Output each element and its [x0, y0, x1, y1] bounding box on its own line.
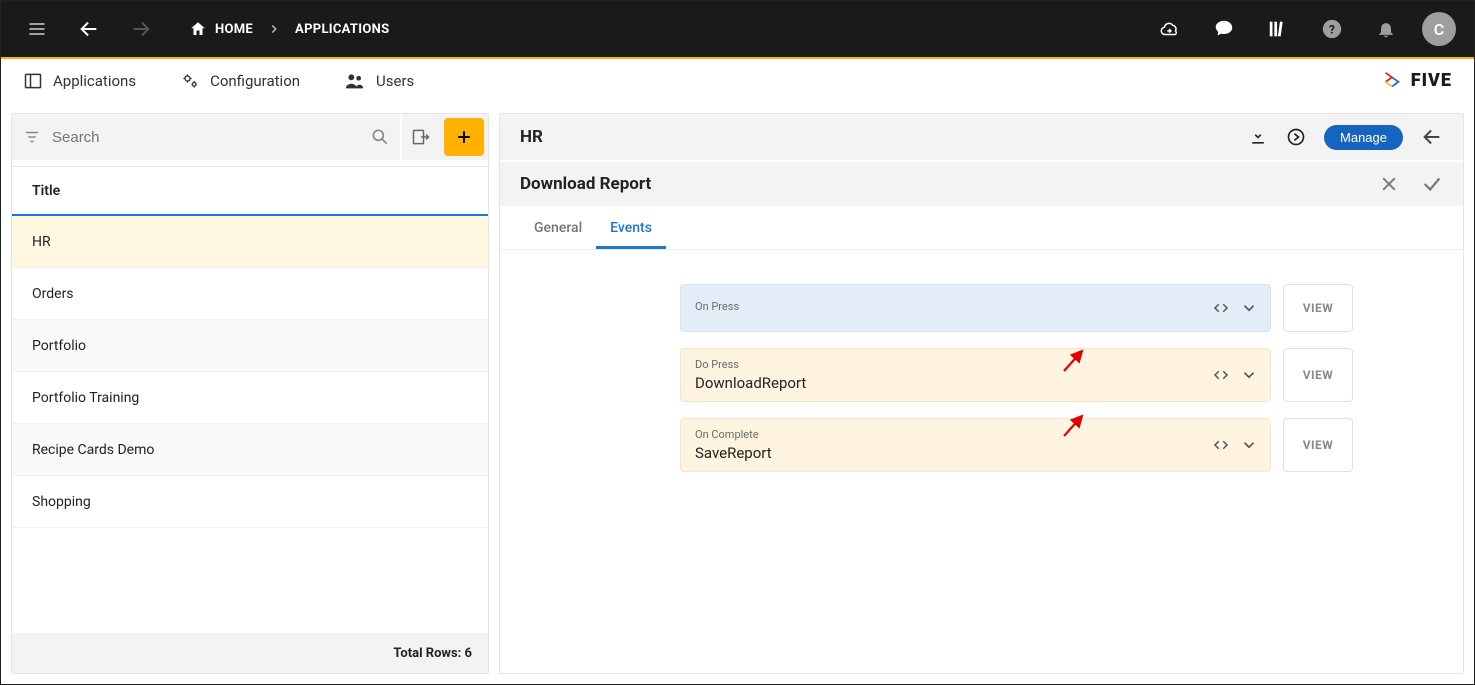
top-app-bar: HOME APPLICATIONS ? C	[1, 1, 1474, 57]
view-button[interactable]: VIEW	[1283, 284, 1353, 332]
list-item-label: Portfolio Training	[32, 390, 139, 406]
list-column-header[interactable]: Title	[12, 166, 488, 216]
code-icon[interactable]	[1212, 436, 1230, 454]
brand-logo: FIVE	[1381, 70, 1452, 92]
breadcrumb-home[interactable]: HOME	[189, 20, 253, 38]
list-item-label: Orders	[32, 286, 74, 302]
tab-events[interactable]: Events	[596, 220, 666, 249]
filter-icon[interactable]	[12, 128, 52, 146]
module-tab-applications[interactable]: Applications	[23, 71, 136, 91]
breadcrumb-home-label: HOME	[215, 22, 253, 37]
workspace: Title HR Orders Portfolio Portfolio Trai…	[1, 103, 1474, 684]
event-label: Do Press	[695, 358, 1256, 371]
list-item-label: Recipe Cards Demo	[32, 442, 154, 458]
chat-icon[interactable]	[1206, 11, 1242, 47]
library-icon[interactable]	[1260, 11, 1296, 47]
code-icon[interactable]	[1212, 366, 1230, 384]
search-icon[interactable]	[360, 127, 400, 147]
code-icon[interactable]	[1212, 299, 1230, 317]
tab-general[interactable]: General	[520, 220, 596, 249]
list-item[interactable]: Orders	[12, 268, 488, 320]
detail-tabs: General Events	[500, 206, 1463, 250]
list-item[interactable]: Recipe Cards Demo	[12, 424, 488, 476]
view-button[interactable]: VIEW	[1283, 348, 1353, 402]
event-card-on-press[interactable]: On Press	[680, 284, 1271, 332]
breadcrumb: HOME APPLICATIONS	[189, 20, 389, 38]
download-icon[interactable]	[1248, 127, 1268, 147]
list-item[interactable]: HR	[12, 216, 488, 268]
cloud-sync-icon[interactable]	[1152, 11, 1188, 47]
events-body: On Press VIEW Do Press DownloadReport	[500, 250, 1463, 488]
event-label: On Press	[695, 300, 1256, 313]
module-tab-label: Applications	[53, 72, 136, 90]
event-row: On Press VIEW	[680, 284, 1353, 332]
exit-icon[interactable]	[400, 114, 440, 160]
detail-title: HR	[520, 127, 543, 147]
brand-text: FIVE	[1411, 70, 1452, 91]
list-item[interactable]: Portfolio	[12, 320, 488, 372]
back-icon[interactable]	[71, 11, 107, 47]
module-tab-configuration[interactable]: Configuration	[180, 71, 300, 91]
back-arrow-icon[interactable]	[1421, 126, 1443, 148]
list-panel: Title HR Orders Portfolio Portfolio Trai…	[11, 113, 489, 674]
list-item[interactable]: Shopping	[12, 476, 488, 528]
subrecord-title: Download Report	[520, 174, 651, 194]
list-column-header-label: Title	[32, 183, 60, 199]
search-bar	[12, 114, 488, 160]
close-icon[interactable]	[1379, 174, 1399, 194]
chevron-down-icon[interactable]	[1240, 436, 1258, 454]
avatar-initial: C	[1434, 20, 1444, 39]
module-tab-users[interactable]: Users	[344, 70, 414, 92]
svg-text:?: ?	[1329, 23, 1335, 37]
module-tab-label: Users	[376, 72, 414, 90]
list-body: HR Orders Portfolio Portfolio Training R…	[12, 216, 488, 633]
breadcrumb-page[interactable]: APPLICATIONS	[295, 22, 389, 37]
list-item-label: Shopping	[32, 494, 91, 510]
forward-icon	[123, 11, 159, 47]
brand-logo-icon	[1381, 70, 1403, 92]
avatar[interactable]: C	[1422, 12, 1456, 46]
event-row: Do Press DownloadReport VIEW	[680, 348, 1353, 402]
chevron-down-icon[interactable]	[1240, 299, 1258, 317]
help-icon[interactable]: ?	[1314, 11, 1350, 47]
list-item-label: Portfolio	[32, 338, 86, 354]
home-icon	[189, 20, 207, 38]
users-icon	[344, 70, 366, 92]
manage-button[interactable]: Manage	[1324, 125, 1403, 150]
view-button[interactable]: VIEW	[1283, 418, 1353, 472]
gears-icon	[180, 71, 200, 91]
deploy-icon[interactable]	[1286, 127, 1306, 147]
search-input[interactable]	[52, 129, 360, 146]
event-card-on-complete[interactable]: On Complete SaveReport	[680, 418, 1271, 472]
module-tab-bar: Applications Configuration Users FIVE	[1, 59, 1474, 103]
list-item[interactable]: Portfolio Training	[12, 372, 488, 424]
confirm-icon[interactable]	[1421, 173, 1443, 195]
event-value: SaveReport	[695, 444, 1256, 462]
chevron-right-icon	[267, 22, 281, 36]
total-rows-label: Total Rows: 6	[393, 646, 472, 661]
detail-panel: HR Manage Download Report	[499, 113, 1464, 674]
event-value: DownloadReport	[695, 374, 1256, 392]
event-label: On Complete	[695, 428, 1256, 441]
list-item-label: HR	[32, 234, 51, 250]
event-row: On Complete SaveReport VIEW	[680, 418, 1353, 472]
add-button[interactable]	[444, 118, 484, 156]
chevron-down-icon[interactable]	[1240, 366, 1258, 384]
bell-icon[interactable]	[1368, 11, 1404, 47]
window-icon	[23, 71, 43, 91]
hamburger-icon[interactable]	[19, 11, 55, 47]
event-card-do-press[interactable]: Do Press DownloadReport	[680, 348, 1271, 402]
detail-header: HR Manage	[500, 114, 1463, 160]
subrecord-header: Download Report	[500, 160, 1463, 206]
module-tab-label: Configuration	[210, 72, 300, 90]
list-footer: Total Rows: 6	[12, 633, 488, 673]
